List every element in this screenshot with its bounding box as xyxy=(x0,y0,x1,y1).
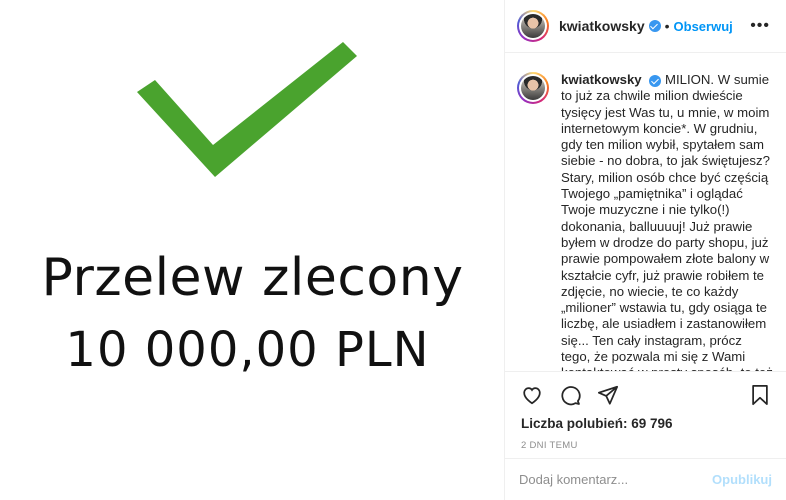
comment-form: Opublikuj xyxy=(505,458,786,500)
post-media[interactable]: Przelew zlecony 10 000,00 PLN xyxy=(0,0,505,500)
verified-badge-icon xyxy=(648,20,661,32)
follow-button[interactable]: Obserwuj xyxy=(674,19,733,34)
comment-icon[interactable] xyxy=(559,384,581,406)
transfer-status-text: Przelew zlecony xyxy=(41,248,464,308)
caption-avatar[interactable] xyxy=(517,72,549,104)
avatar[interactable] xyxy=(517,10,549,42)
caption-verified-badge-icon xyxy=(649,74,662,87)
checkmark-icon xyxy=(137,42,357,177)
post-actions: Liczba polubień: 69 796 2 DNI TEMU xyxy=(505,371,786,451)
comment-input[interactable] xyxy=(519,472,713,487)
separator-dot: • xyxy=(664,18,670,34)
transfer-amount-text: 10 000,00 PLN xyxy=(65,322,430,378)
likes-count[interactable]: Liczba polubień: 69 796 xyxy=(521,416,770,431)
header-username[interactable]: kwiatkowsky xyxy=(559,18,645,34)
publish-button[interactable]: Opublikuj xyxy=(712,472,772,487)
share-icon[interactable] xyxy=(597,384,619,406)
caption-text: MILION. W sumie to już za chwile milion … xyxy=(561,72,773,371)
post-caption: kwiatkowsky MILION. W sumie to już za ch… xyxy=(561,72,774,371)
more-options-icon[interactable]: ••• xyxy=(750,17,770,35)
caption-username[interactable]: kwiatkowsky xyxy=(561,72,642,87)
post-header: kwiatkowsky • Obserwuj ••• xyxy=(505,0,786,53)
heart-icon[interactable] xyxy=(521,384,543,406)
post-side-panel: kwiatkowsky • Obserwuj ••• kwiatkowsky M… xyxy=(505,0,786,500)
caption-scroll-area[interactable]: kwiatkowsky MILION. W sumie to już za ch… xyxy=(505,60,786,371)
bookmark-icon[interactable] xyxy=(750,384,770,411)
post-timestamp[interactable]: 2 DNI TEMU xyxy=(521,440,770,451)
